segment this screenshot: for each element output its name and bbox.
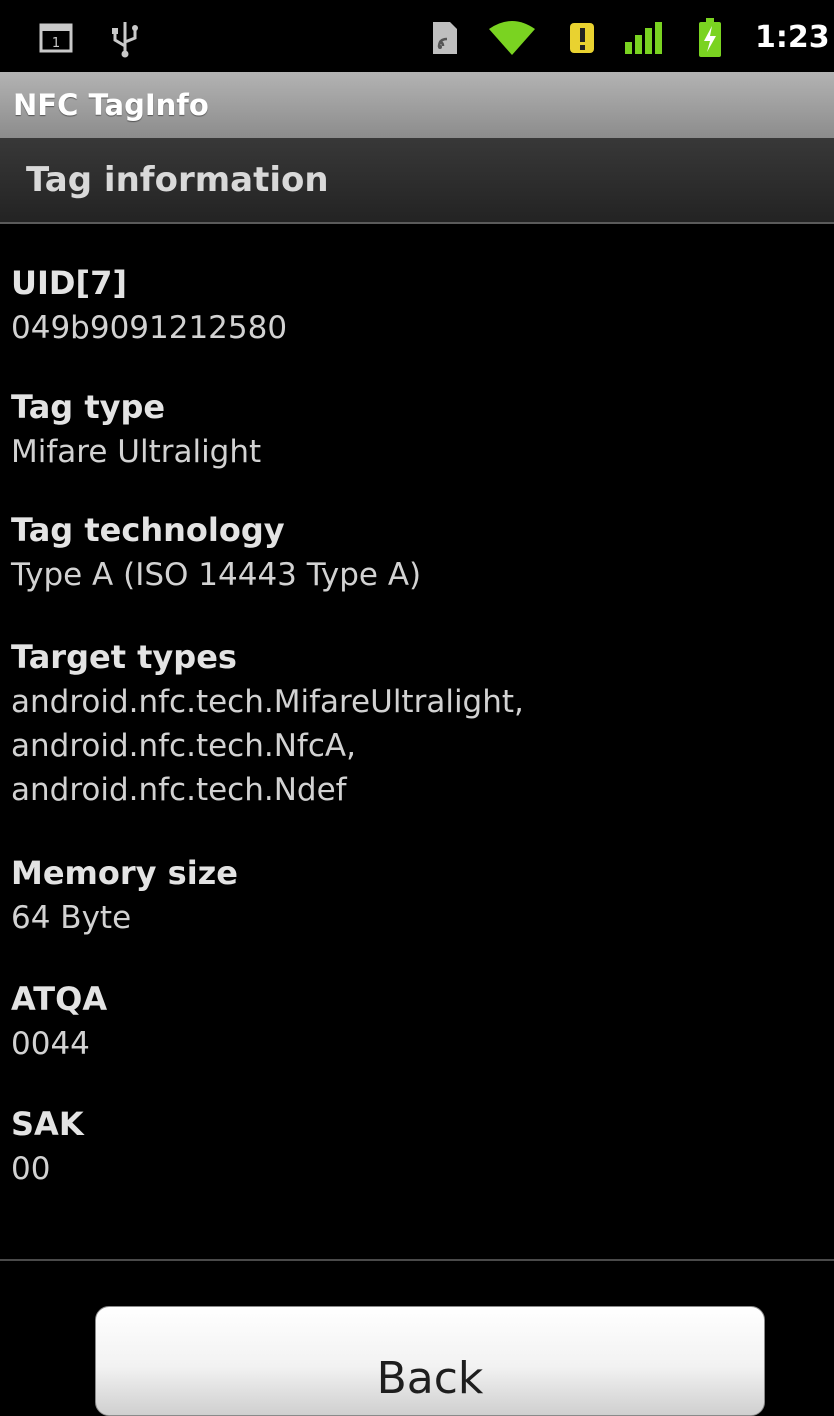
signal-icon	[622, 20, 666, 56]
field-memory-size: Memory size 64 Byte	[11, 850, 826, 940]
field-label: Tag technology	[11, 511, 285, 549]
wifi-icon	[486, 20, 538, 56]
sim-card-icon	[428, 20, 462, 56]
field-label: SAK	[11, 1105, 84, 1143]
field-value: 0044	[11, 1026, 90, 1062]
field-value: 64 Byte	[11, 900, 132, 936]
status-bar: 1 1:23	[0, 0, 834, 72]
field-value: 00	[11, 1151, 51, 1187]
field-label: ATQA	[11, 980, 108, 1018]
field-label: Target types	[11, 638, 237, 676]
field-target-types: Target types android.nfc.tech.MifareUltr…	[11, 634, 826, 812]
field-sak: SAK 00	[11, 1101, 826, 1191]
field-tag-technology: Tag technology Type A (ISO 14443 Type A)	[11, 507, 826, 597]
field-uid: UID[7] 049b9091212580	[11, 260, 826, 350]
field-tag-type: Tag type Mifare Ultralight	[11, 384, 826, 474]
field-label: Tag type	[11, 388, 166, 426]
app-title-bar: NFC TagInfo	[0, 72, 834, 138]
field-value: Type A (ISO 14443 Type A)	[11, 557, 422, 593]
notification-window-icon: 1	[38, 20, 74, 56]
tag-info-content: UID[7] 049b9091212580 Tag type Mifare Ul…	[0, 224, 834, 1260]
field-label: Memory size	[11, 854, 238, 892]
app-title: NFC TagInfo	[13, 88, 209, 122]
section-title: Tag information	[26, 160, 329, 200]
alert-icon	[566, 20, 598, 56]
section-header: Tag information	[0, 138, 834, 224]
usb-icon	[110, 20, 140, 58]
field-label: UID[7]	[11, 264, 127, 302]
field-value: Mifare Ultralight	[11, 434, 262, 470]
bottom-divider	[0, 1259, 834, 1261]
status-time: 1:23	[755, 20, 830, 55]
back-button[interactable]: Back	[95, 1306, 765, 1416]
field-atqa: ATQA 0044	[11, 976, 826, 1066]
field-value: android.nfc.tech.MifareUltralight, andro…	[11, 684, 524, 808]
battery-charging-icon	[696, 18, 724, 57]
field-value: 049b9091212580	[11, 310, 288, 346]
svg-text:1: 1	[52, 36, 60, 51]
